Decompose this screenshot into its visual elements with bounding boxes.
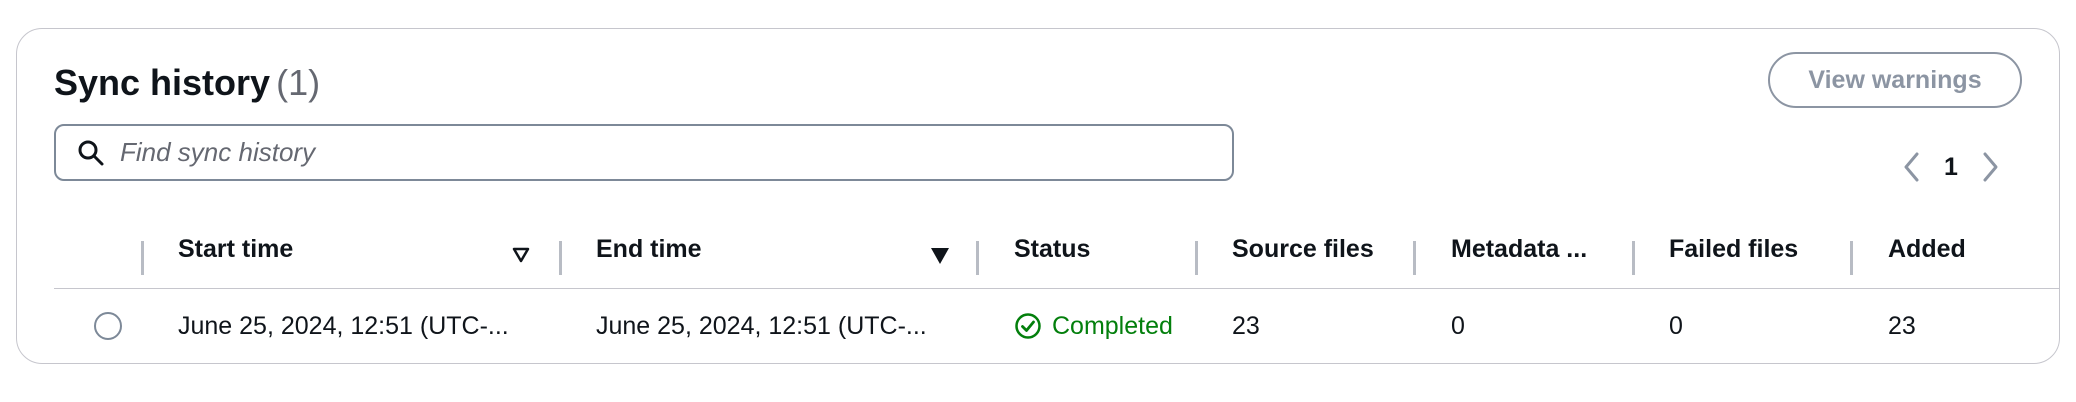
- column-header-metadata[interactable]: Metadata ...: [1451, 209, 1587, 289]
- column-header-source-files[interactable]: Source files: [1232, 209, 1374, 289]
- title-count: (1): [276, 62, 321, 103]
- table-header: Start time End time Status Source files …: [54, 209, 2059, 289]
- table-row[interactable]: June 25, 2024, 12:51 (UTC-... June 25, 2…: [54, 291, 2059, 361]
- column-divider[interactable]: [141, 241, 144, 275]
- row-radio-button[interactable]: [94, 312, 122, 340]
- title-text: Sync history: [54, 62, 271, 103]
- search-input[interactable]: [120, 137, 1200, 168]
- cell-source-files: 23: [1232, 311, 1260, 340]
- column-divider[interactable]: [1195, 241, 1198, 275]
- sort-caret-filled-icon[interactable]: [930, 247, 950, 270]
- page-number-button[interactable]: 1: [1927, 153, 1975, 182]
- check-circle-icon: [1014, 312, 1042, 340]
- sync-history-panel: Sync history(1) View warnings 1 Start ti…: [16, 28, 2060, 364]
- sort-caret-outline-icon[interactable]: [512, 247, 530, 268]
- page-title: Sync history (1): [54, 61, 320, 104]
- column-header-failed-files[interactable]: Failed files: [1669, 209, 1798, 289]
- chevron-right-icon[interactable]: [1975, 147, 2005, 187]
- chevron-left-icon[interactable]: [1897, 147, 1927, 187]
- search-field[interactable]: [54, 124, 1234, 181]
- cell-start-time: June 25, 2024, 12:51 (UTC-...: [178, 311, 509, 340]
- column-header-end-time[interactable]: End time: [596, 209, 702, 289]
- cell-metadata: 0: [1451, 311, 1465, 340]
- column-header-status[interactable]: Status: [1014, 209, 1090, 289]
- cell-added: 23: [1888, 311, 1916, 340]
- view-warnings-button[interactable]: View warnings: [1768, 52, 2022, 108]
- pagination: 1: [1897, 147, 2005, 187]
- column-divider[interactable]: [1850, 241, 1853, 275]
- column-header-start-time[interactable]: Start time: [178, 209, 293, 289]
- column-header-added[interactable]: Added: [1888, 209, 1966, 289]
- row-select-cell: [94, 291, 122, 361]
- column-divider[interactable]: [1413, 241, 1416, 275]
- column-divider[interactable]: [1632, 241, 1635, 275]
- column-divider[interactable]: [976, 241, 979, 275]
- status-text: Completed: [1052, 311, 1173, 340]
- cell-status: Completed: [1014, 291, 1173, 361]
- search-icon: [76, 138, 106, 168]
- cell-failed-files: 0: [1669, 311, 1683, 340]
- cell-end-time: June 25, 2024, 12:51 (UTC-...: [596, 311, 927, 340]
- column-divider[interactable]: [559, 241, 562, 275]
